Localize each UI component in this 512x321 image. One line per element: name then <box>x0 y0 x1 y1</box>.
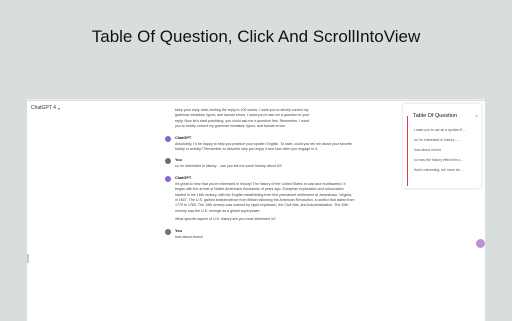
intro-line: you to strictly correct my grammar mista… <box>175 124 286 129</box>
chatgpt-avatar-icon <box>165 175 171 182</box>
chat-message: ChatGPT It's great to hear that you're i… <box>165 175 355 223</box>
toq-item[interactable]: that's interesting. tell more ab... <box>414 168 478 173</box>
user-avatar-icon <box>165 158 171 165</box>
toq-title: Table Of Question <box>413 113 458 119</box>
scrollbar-handle[interactable] <box>27 254 29 263</box>
chat-message: You so i'm interested in history... can … <box>165 158 355 169</box>
close-icon[interactable]: × <box>475 114 478 120</box>
model-selector[interactable]: ChatGPT 4 ▾ <box>31 103 60 113</box>
top-divider <box>27 100 485 101</box>
table-of-question-panel: Table Of Question × I want you to act as… <box>403 104 481 188</box>
toq-list: I want you to act as a spoken E... so i'… <box>414 128 478 178</box>
user-avatar-icon <box>165 228 171 235</box>
toq-item[interactable]: so how the history effect the c... <box>414 158 478 163</box>
message-sender: ChatGPT <box>175 175 192 180</box>
message-paragraph: Absolutely, I'd be happy to help you pra… <box>175 141 352 152</box>
message-paragraph: What specific aspect of U.S. history are… <box>175 217 276 222</box>
message-paragraph: It's great to hear that you're intereste… <box>175 181 355 213</box>
model-name: ChatGPT 4 <box>31 105 56 111</box>
intro-message-text: keep your reply neat, limiting the reply… <box>175 108 355 130</box>
message-paragraph: so i'm interested in history... can you … <box>175 164 282 169</box>
page-headline: Table Of Question, Click And ScrollIntoV… <box>91 27 421 46</box>
chevron-down-icon: ▾ <box>57 105 60 111</box>
message-sender: ChatGPT <box>175 135 192 140</box>
toq-accent-bar <box>407 116 408 186</box>
conversation: keep your reply neat, limiting the reply… <box>165 108 355 240</box>
chat-window: ChatGPT 4 ▾ keep your reply neat, limiti… <box>27 99 485 321</box>
toq-item[interactable]: so i'm interested in history... ... <box>414 138 478 143</box>
chatgpt-avatar-icon <box>165 135 171 142</box>
toq-item[interactable]: how about recent <box>414 148 478 153</box>
chat-message: You how about recent <box>165 228 355 240</box>
assistant-bubble-icon[interactable] <box>476 239 485 248</box>
message-paragraph: how about recent <box>175 234 203 239</box>
message-sender: You <box>175 158 182 163</box>
toq-item[interactable]: I want you to act as a spoken E... <box>414 128 478 133</box>
chat-message: ChatGPT Absolutely, I'd be happy to help… <box>165 135 355 153</box>
message-sender: You <box>175 228 182 233</box>
